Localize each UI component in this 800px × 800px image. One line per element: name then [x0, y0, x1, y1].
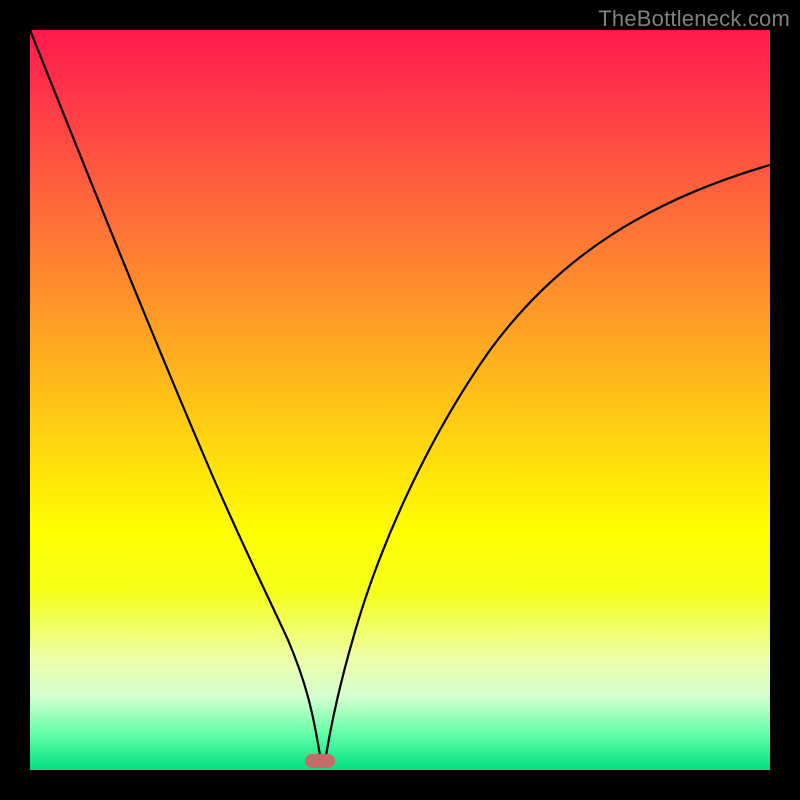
bottleneck-curve-right: [325, 165, 770, 762]
chart-frame: TheBottleneck.com: [0, 0, 800, 800]
curve-svg: [30, 30, 770, 770]
watermark-text: TheBottleneck.com: [598, 6, 790, 32]
bottleneck-curve-left: [30, 30, 321, 762]
optimal-marker: [305, 754, 335, 768]
